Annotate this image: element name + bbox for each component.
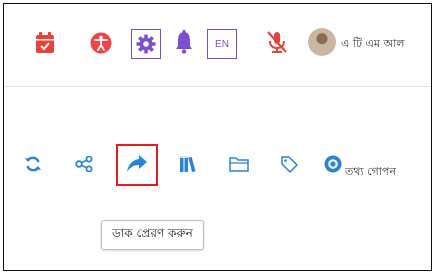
bell-icon[interactable] [174, 30, 194, 54]
mic-off-icon[interactable] [266, 30, 288, 54]
tag-icon[interactable] [280, 155, 298, 173]
folder-icon[interactable] [229, 156, 249, 172]
hide-info-button[interactable]: তথ্য গোপন [345, 163, 396, 182]
avatar[interactable] [308, 28, 336, 56]
forward-button[interactable] [116, 144, 158, 186]
language-button[interactable]: EN [207, 29, 237, 59]
window-frame: EN এ টি এম আল তথ্য গোপন ডাক প্রেরণ করুন [3, 3, 432, 271]
share-icon[interactable] [75, 156, 93, 172]
tooltip: ডাক প্রেরণ করুন [101, 220, 204, 250]
settings-button[interactable] [131, 29, 161, 59]
user-name[interactable]: এ টি এম আল [341, 35, 405, 54]
accessibility-icon[interactable] [90, 32, 112, 54]
header-bar: EN এ টি এম আল [4, 4, 431, 87]
gear-icon [136, 34, 156, 54]
eye-icon[interactable] [324, 155, 342, 173]
books-icon[interactable] [179, 154, 197, 174]
forward-icon [127, 155, 147, 172]
calendar-check-icon[interactable] [35, 32, 55, 54]
refresh-icon[interactable] [24, 155, 42, 173]
